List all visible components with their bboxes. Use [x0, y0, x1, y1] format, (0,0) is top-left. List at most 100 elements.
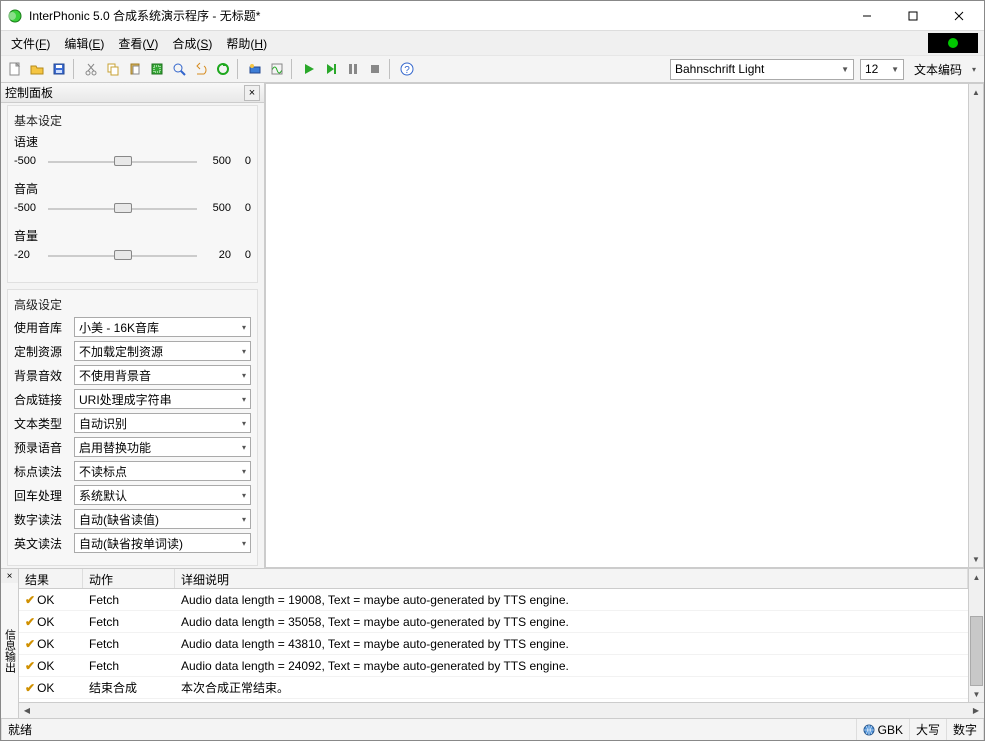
adv-combo[interactable]: 不使用背景音▾ [74, 365, 251, 385]
log-row[interactable]: ✔OK结束合成本次合成正常结束。 [19, 677, 968, 699]
adv-combo[interactable]: 自动(缺省读值)▾ [74, 509, 251, 529]
basic-settings-title: 基本设定 [14, 112, 251, 129]
menu-f[interactable]: 文件(F) [5, 33, 56, 54]
log-row[interactable]: ✔OKFetchAudio data length = 19008, Text … [19, 589, 968, 611]
fontsize-combo[interactable]: 12 ▼ [860, 59, 904, 80]
help-icon[interactable]: ? [397, 59, 417, 79]
adv-combo[interactable]: 自动(缺省按单词读)▾ [74, 533, 251, 553]
control-panel-header: 控制面板 × [1, 83, 264, 103]
log-row[interactable]: ✔OKFetchAudio data length = 43810, Text … [19, 633, 968, 655]
log-header: 结果 动作 详细说明 [19, 569, 968, 589]
copy-icon[interactable] [103, 59, 123, 79]
redo-icon[interactable] [213, 59, 233, 79]
find-icon[interactable] [169, 59, 189, 79]
log-hscrollbar[interactable]: ◀ ▶ [19, 702, 984, 718]
chevron-down-icon: ▾ [242, 419, 246, 428]
slider-0: 语速-5005000 [14, 133, 251, 170]
log-row[interactable]: ✔OKFetchAudio data length = 35058, Text … [19, 611, 968, 633]
adv-combo[interactable]: 启用替换功能 ▾ [74, 437, 251, 457]
scroll-down-icon[interactable]: ▼ [969, 686, 984, 702]
separator [73, 59, 77, 79]
undo-icon[interactable] [191, 59, 211, 79]
check-icon: ✔ [25, 681, 35, 695]
log-body: ✔OKFetchAudio data length = 19008, Text … [19, 589, 968, 702]
adv-combo[interactable]: URI处理成字符串▾ [74, 389, 251, 409]
menu-e[interactable]: 编辑(E) [58, 33, 110, 54]
scroll-up-icon[interactable]: ▲ [969, 569, 984, 585]
editor-vscrollbar[interactable]: ▲ ▼ [968, 83, 984, 568]
slider-thumb[interactable] [114, 203, 132, 213]
chevron-down-icon: ▾ [242, 395, 246, 404]
synth-config-icon[interactable] [245, 59, 265, 79]
stop-icon[interactable] [365, 59, 385, 79]
menu-s[interactable]: 合成(S) [166, 33, 218, 54]
menu-v[interactable]: 查看(V) [112, 33, 164, 54]
slider-max: 20 [203, 249, 231, 261]
control-panel-close[interactable]: × [244, 85, 260, 101]
log-close-button[interactable]: × [1, 569, 18, 583]
slider-track[interactable] [48, 199, 197, 217]
pause-icon[interactable] [343, 59, 363, 79]
save-file-icon[interactable] [49, 59, 69, 79]
control-panel: 控制面板 × 基本设定 语速-5005000音高-5005000音量-20200… [1, 83, 265, 568]
log-col-result[interactable]: 结果 [19, 569, 83, 588]
scroll-left-icon[interactable]: ◀ [19, 703, 35, 718]
log-row[interactable]: ✔OKFetchAudio data length = 24092, Text … [19, 655, 968, 677]
slider-max: 500 [203, 202, 231, 214]
log-result: ✔OK [19, 659, 83, 673]
adv-value: 启用替换功能 [79, 439, 238, 456]
chevron-down-icon: ▾ [242, 323, 246, 332]
adv-combo[interactable]: 不读标点▾ [74, 461, 251, 481]
export-wave-icon[interactable] [267, 59, 287, 79]
maximize-button[interactable] [890, 2, 936, 30]
adv-row-9: 英文读法自动(缺省按单词读)▾ [14, 533, 251, 553]
slider-track[interactable] [48, 246, 197, 264]
separator [291, 59, 295, 79]
log-result: ✔OK [19, 615, 83, 629]
status-encoding: GBK [857, 719, 910, 740]
scroll-down-icon[interactable]: ▼ [969, 551, 983, 567]
select-all-icon[interactable] [147, 59, 167, 79]
scroll-up-icon[interactable]: ▲ [969, 84, 983, 100]
menu-h[interactable]: 帮助(H) [220, 33, 273, 54]
adv-label: 回车处理 [14, 487, 70, 504]
status-ready: 就绪 [1, 719, 857, 740]
adv-value: 自动(缺省读值) [79, 511, 238, 528]
scroll-right-icon[interactable]: ▶ [968, 703, 984, 718]
play-icon[interactable] [299, 59, 319, 79]
chevron-down-icon: ▾ [972, 65, 976, 74]
adv-combo[interactable]: 不加载定制资源▾ [74, 341, 251, 361]
cut-icon[interactable] [81, 59, 101, 79]
window-title: InterPhonic 5.0 合成系统演示程序 - 无标题* [29, 7, 844, 24]
log-action: Fetch [83, 659, 175, 673]
close-button[interactable] [936, 2, 982, 30]
adv-row-2: 背景音效不使用背景音▾ [14, 365, 251, 385]
adv-value: 不加载定制资源 [79, 343, 238, 360]
text-editor[interactable] [265, 83, 968, 568]
minimize-button[interactable] [844, 2, 890, 30]
encoding-combo[interactable]: 文本编码 ▾ [910, 59, 980, 80]
adv-combo[interactable]: 小美 - 16K音库▾ [74, 317, 251, 337]
play-selection-icon[interactable] [321, 59, 341, 79]
workarea: 控制面板 × 基本设定 语速-5005000音高-5005000音量-20200… [1, 83, 984, 568]
slider-label: 语速 [14, 133, 251, 150]
log-vscrollbar[interactable]: ▲ ▼ [968, 569, 984, 702]
chevron-down-icon: ▼ [891, 65, 899, 74]
new-file-icon[interactable] [5, 59, 25, 79]
adv-label: 背景音效 [14, 367, 70, 384]
log-col-detail[interactable]: 详细说明 [175, 569, 968, 588]
adv-combo[interactable]: 自动识别▾ [74, 413, 251, 433]
open-file-icon[interactable] [27, 59, 47, 79]
log-tab[interactable]: 信息输出 [1, 583, 18, 718]
paste-icon[interactable] [125, 59, 145, 79]
slider-track[interactable] [48, 152, 197, 170]
adv-label: 定制资源 [14, 343, 70, 360]
slider-thumb[interactable] [114, 156, 132, 166]
adv-combo[interactable]: 系统默认▾ [74, 485, 251, 505]
font-combo[interactable]: Bahnschrift Light ▼ [670, 59, 854, 80]
chevron-down-icon: ▾ [242, 443, 246, 452]
scroll-thumb[interactable] [970, 616, 983, 686]
slider-thumb[interactable] [114, 250, 132, 260]
fontsize-value: 12 [865, 62, 887, 76]
log-col-action[interactable]: 动作 [83, 569, 175, 588]
